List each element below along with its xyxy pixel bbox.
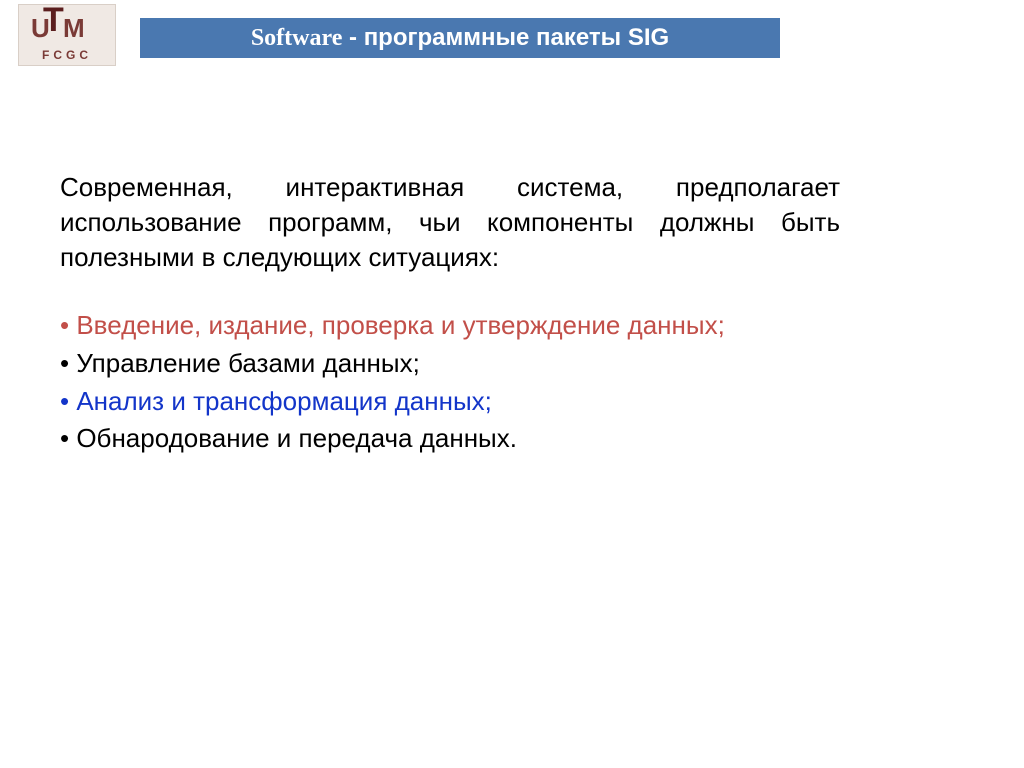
list-item: Обнародование и передача данных.	[60, 420, 840, 458]
logo-t: T	[43, 4, 64, 40]
title-dash: -	[342, 24, 363, 51]
logo-subtext: FCGC	[19, 48, 115, 62]
bullet-list: Введение, издание, проверка и утверждени…	[60, 307, 840, 458]
intro-paragraph: Современная, интерактивная система, пред…	[60, 170, 840, 275]
list-item: Анализ и трансформация данных;	[60, 383, 840, 421]
title-bar: Software - программные пакеты SIG	[140, 18, 780, 58]
slide: U T M FCGC Software - программные пакеты…	[0, 0, 1024, 768]
logo-glyph: U T M	[19, 5, 115, 45]
logo-m: M	[63, 13, 85, 44]
title-serif: Software	[251, 25, 343, 51]
logo: U T M FCGC	[18, 4, 116, 66]
title-rest: программные пакеты SIG	[364, 24, 669, 51]
content: Современная, интерактивная система, пред…	[60, 170, 840, 458]
list-item: Введение, издание, проверка и утверждени…	[60, 307, 840, 345]
list-item: Управление базами данных;	[60, 345, 840, 383]
